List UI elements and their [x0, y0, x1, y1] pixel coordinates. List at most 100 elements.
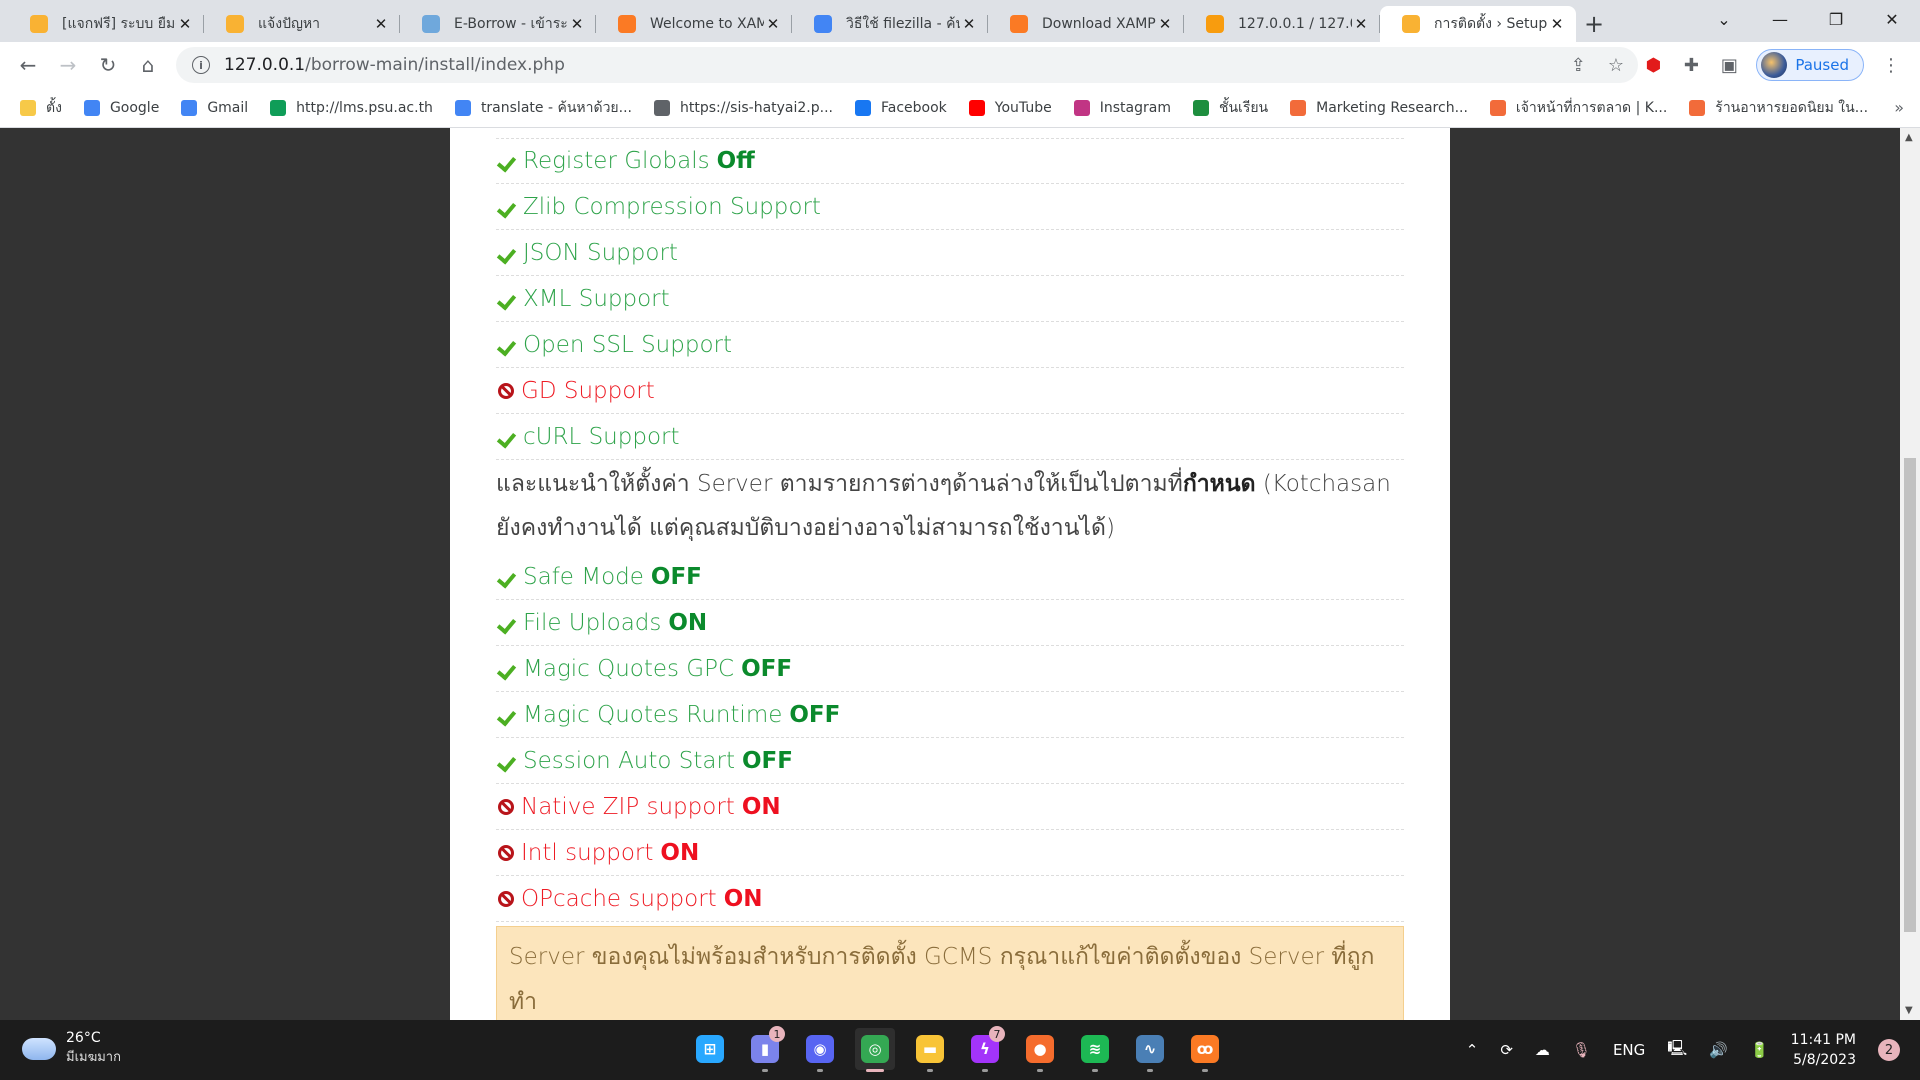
page-scrollbar[interactable]: ▲ ▼ — [1900, 128, 1920, 1020]
browser-tab[interactable]: Download XAMPP ✕ — [988, 6, 1184, 42]
tab-title: วิธีใช้ filezilla - ค้นห — [846, 16, 960, 32]
onedrive-icon[interactable]: ☁ — [1535, 1041, 1550, 1059]
check-icon — [498, 615, 516, 631]
bookmark-item[interactable]: เจ้าหน้าที่การตลาด | K... — [1489, 97, 1667, 119]
bookmark-label: Marketing Research... — [1316, 99, 1468, 116]
requirement-row: File Uploads ON — [496, 600, 1404, 646]
bookmark-item[interactable]: Google — [83, 99, 159, 116]
more-bookmarks-icon[interactable]: » — [1894, 98, 1904, 117]
close-window-button[interactable]: ✕ — [1864, 0, 1920, 38]
lms-icon — [270, 99, 287, 116]
reload-icon[interactable]: ↻ — [88, 53, 128, 77]
browser-tab[interactable]: Welcome to XAM ✕ — [596, 6, 792, 42]
bookmark-star-icon[interactable]: ☆ — [1608, 55, 1624, 76]
bookmark-item[interactable]: ตั้ง — [20, 97, 62, 119]
scroll-down-arrow[interactable]: ▼ — [1905, 1005, 1913, 1016]
requirement-label: cURL Support — [523, 423, 680, 450]
new-tab-button[interactable]: + — [1576, 6, 1612, 42]
requirement-status: Off — [716, 148, 755, 174]
check-icon — [498, 569, 516, 585]
taskbar-app-spotify[interactable]: ≋ — [1075, 1028, 1115, 1072]
minimize-button[interactable]: — — [1752, 0, 1808, 38]
sync-icon[interactable]: ⟳ — [1500, 1041, 1513, 1059]
site-info-icon[interactable]: i — [192, 56, 210, 74]
bookmark-item[interactable]: Marketing Research... — [1290, 99, 1468, 116]
forward-icon[interactable]: → — [48, 53, 88, 77]
weather-widget[interactable]: 26°C มีเมฆมาก — [22, 1030, 121, 1067]
bookmark-item[interactable]: http://lms.psu.ac.th — [270, 99, 433, 116]
requirement-row: Native ZIP support ON — [496, 784, 1404, 830]
close-tab-icon[interactable]: ✕ — [1352, 15, 1370, 33]
network-icon[interactable]: 🖳 — [1667, 1038, 1687, 1063]
requirement-label: Safe Mode — [523, 563, 644, 590]
close-tab-icon[interactable]: ✕ — [1548, 15, 1566, 33]
taskbar-app-teams-chat[interactable]: ▮ 1 — [745, 1026, 785, 1072]
browser-tab[interactable]: E-Borrow - เข้าระบ ✕ — [400, 6, 596, 42]
requirement-label: Intl support — [521, 839, 654, 866]
taskbar-app-discord[interactable]: ◉ — [800, 1028, 840, 1072]
home-icon[interactable]: ⌂ — [128, 53, 168, 77]
google-icon — [181, 99, 198, 116]
clock[interactable]: 11:41 PM 5/8/2023 — [1791, 1030, 1856, 1070]
google-icon — [454, 99, 471, 116]
bookmark-item[interactable]: YouTube — [968, 99, 1052, 116]
show-hidden-icons-icon[interactable]: ⌃ — [1466, 1041, 1479, 1059]
requirement-status: OFF — [741, 655, 793, 682]
tab-search-button[interactable]: ⌄ — [1696, 0, 1752, 38]
side-panel-icon[interactable]: ▣ — [1718, 55, 1740, 76]
taskbar-app-chrome[interactable]: ◎ — [855, 1028, 895, 1072]
bookmark-item[interactable]: ร้านอาหารยอดนิยม ใน... — [1689, 97, 1868, 119]
requirement-label: Open SSL Support — [523, 331, 732, 358]
bookmark-item[interactable]: Instagram — [1073, 99, 1171, 116]
bookmark-item[interactable]: Facebook — [855, 99, 947, 116]
restore-button[interactable]: ❐ — [1808, 0, 1864, 38]
share-icon[interactable]: ⇪ — [1571, 55, 1586, 76]
browser-tab[interactable]: [แจกฟรี] ระบบ ยืม-คื ✕ — [8, 6, 204, 42]
close-tab-icon[interactable]: ✕ — [568, 15, 586, 33]
resource-monitor-icon: ∿ — [1136, 1035, 1164, 1063]
close-tab-icon[interactable]: ✕ — [372, 15, 390, 33]
taskbar-apps: ⊞ ▮ 1 ◉ ◎ ▬ ϟ 7 ● ≋ ∿ ꝏ — [690, 1026, 1225, 1072]
weather-condition: มีเมฆมาก — [66, 1050, 121, 1065]
taskbar-app-origin[interactable]: ● — [1020, 1028, 1060, 1072]
taskbar-app-xampp[interactable]: ꝏ — [1185, 1028, 1225, 1072]
microphone-icon[interactable]: 🎙 — [1572, 1041, 1591, 1059]
adblock-extension-icon[interactable]: ⬢ — [1642, 55, 1664, 76]
bookmark-item[interactable]: Gmail — [181, 99, 249, 116]
browser-tab[interactable]: แจ้งปัญหา ✕ — [204, 6, 400, 42]
battery-icon[interactable]: 🔋 — [1750, 1041, 1769, 1059]
requirement-row: JSON Support — [496, 230, 1404, 276]
browser-tab[interactable]: การติดตั้ง › Setup C ✕ — [1380, 6, 1576, 42]
profile-status: Paused — [1795, 56, 1849, 74]
bookmark-label: Gmail — [207, 99, 249, 116]
volume-icon[interactable]: 🔊 — [1709, 1041, 1728, 1059]
scroll-up-arrow[interactable]: ▲ — [1905, 132, 1913, 143]
taskbar-app-start[interactable]: ⊞ — [690, 1028, 730, 1070]
close-tab-icon[interactable]: ✕ — [176, 15, 194, 33]
taskbar-app-file-explorer[interactable]: ▬ — [910, 1028, 950, 1072]
check-icon — [498, 245, 516, 261]
taskbar-app-messenger[interactable]: ϟ 7 — [965, 1026, 1005, 1072]
temperature: 26°C — [66, 1030, 101, 1046]
browser-tab[interactable]: 127.0.0.1 / 127.0.0 ✕ — [1184, 6, 1380, 42]
bookmark-item[interactable]: translate - ค้นหาด้วย... — [454, 97, 632, 119]
back-icon[interactable]: ← — [8, 53, 48, 77]
language-indicator[interactable]: ENG — [1613, 1041, 1645, 1059]
close-tab-icon[interactable]: ✕ — [960, 15, 978, 33]
browser-tab[interactable]: วิธีใช้ filezilla - ค้นห ✕ — [792, 6, 988, 42]
requirement-row: XML Support — [496, 276, 1404, 322]
bookmark-item[interactable]: ชั้นเรียน — [1192, 97, 1268, 119]
menu-icon[interactable]: ⋮ — [1880, 55, 1902, 76]
extensions-icon[interactable]: ✚ — [1680, 55, 1702, 76]
running-indicator — [982, 1069, 988, 1072]
address-bar[interactable]: i 127.0.0.1/borrow-main/install/index.ph… — [176, 47, 1638, 83]
taskbar-app-resource-monitor[interactable]: ∿ — [1130, 1028, 1170, 1072]
close-tab-icon[interactable]: ✕ — [764, 15, 782, 33]
notification-badge[interactable]: 2 — [1878, 1039, 1900, 1061]
browser-toolbar: ← → ↻ ⌂ i 127.0.0.1/borrow-main/install/… — [0, 42, 1920, 88]
jt-icon — [1290, 99, 1307, 116]
profile-button[interactable]: Paused — [1756, 49, 1864, 81]
scrollbar-thumb[interactable] — [1904, 458, 1916, 932]
bookmark-item[interactable]: https://sis-hatyai2.p... — [653, 99, 833, 116]
close-tab-icon[interactable]: ✕ — [1156, 15, 1174, 33]
